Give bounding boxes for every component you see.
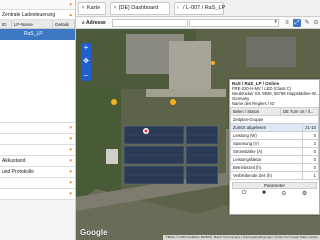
table-row: Leistungsfaktor 0 xyxy=(230,155,319,164)
caret-down-icon[interactable]: ▾ xyxy=(69,2,72,8)
row-label: Leistung (W) xyxy=(230,131,303,140)
charging-point-info-panel: RaS / RaS_LP / Online FRE-220-H-MV / LED… xyxy=(229,79,320,215)
table-row: Verbleibende Zeit (h) 1 xyxy=(230,171,319,180)
tab-dashboard[interactable]: ✕ [DE] Dashboard xyxy=(110,2,170,15)
row-label: Leistungsfaktor xyxy=(230,155,303,164)
arrow-right-icon: › xyxy=(177,5,179,11)
sidebar-group-akkustand[interactable]: Akkustand ▾ xyxy=(0,156,75,167)
sidebar-group-label: Zentrale Ladesteuerung xyxy=(2,12,56,18)
tab-label: Karte xyxy=(87,5,101,11)
toolbar: ⌕ Adresse ▾ ≡ ⤢ ✎ ⊙ xyxy=(76,17,320,29)
zoom-out-icon[interactable]: − xyxy=(81,71,91,81)
schedule-group: Zeitplan-Gruppe xyxy=(230,115,319,124)
row-value: 1 xyxy=(302,171,319,180)
row-label: Betriebszeit (h) xyxy=(230,163,303,172)
row-value: 0 xyxy=(302,155,319,164)
caret-down-icon[interactable]: ▾ xyxy=(69,167,72,177)
table-row: Zeitplan-Gruppe xyxy=(230,115,319,124)
table-row: Leistung (W) 0 xyxy=(230,131,319,140)
row-value: 0 xyxy=(302,131,319,140)
tab-label: / L-007 / RaS_LP xyxy=(183,5,226,11)
caret-down-icon[interactable]: ▾ xyxy=(69,145,72,155)
table-row: Belen / Status DE Turn on / if... xyxy=(230,107,319,116)
caret-up-icon[interactable]: ▴ xyxy=(69,10,72,19)
caret-down-icon[interactable]: ▾ xyxy=(69,134,72,144)
row-label: Spannung (V) xyxy=(230,139,303,148)
table-row: Zuletzt abgelesen 21-10 xyxy=(230,123,319,132)
last-read-label: Zuletzt abgelesen xyxy=(230,123,303,132)
row-value: 2 xyxy=(302,139,319,148)
row-value: 0 xyxy=(302,163,319,172)
sidebar-group[interactable]: ▾ xyxy=(0,145,75,156)
address-label: Adresse xyxy=(86,20,106,26)
panel-controller: Name des Reglers / ID xyxy=(232,101,275,106)
address-input[interactable] xyxy=(112,19,188,27)
table-row: Stromstärke (A) 0 xyxy=(230,147,319,156)
sidebar-group[interactable]: ▾ xyxy=(0,134,75,145)
pin-icon[interactable]: ⊙ xyxy=(312,19,320,27)
close-icon[interactable]: ✕ xyxy=(81,3,85,14)
panel-action-buttons: ⏻ ■ ⊝ ⚙ xyxy=(230,190,319,197)
sidebar-group[interactable]: ▾ xyxy=(0,189,75,200)
tab-ras-lp[interactable]: › / L-007 / RaS_LP xyxy=(174,2,226,15)
route-icon[interactable]: ⤢ xyxy=(293,19,301,27)
sidebar-table-body xyxy=(0,40,75,123)
panel-table: Belen / Status DE Turn on / if... Zeitpl… xyxy=(230,107,319,180)
column-header-id[interactable]: ID xyxy=(0,20,12,28)
column-header-name[interactable]: LP-Name xyxy=(12,20,54,28)
sidebar-group-load-control[interactable]: Zentrale Ladesteuerung ▴ xyxy=(0,10,75,20)
table-row-selected[interactable]: RaS_LP xyxy=(0,29,75,40)
close-icon[interactable]: ✕ xyxy=(113,3,117,14)
sidebar-table-header: ID LP-Name Details xyxy=(0,20,75,29)
caret-down-icon[interactable]: ▾ xyxy=(69,189,72,199)
zoom-in-icon[interactable]: + xyxy=(81,43,91,53)
tab-label: [DE] Dashboard xyxy=(119,5,159,11)
tab-karte[interactable]: ✕ Karte xyxy=(78,2,106,15)
ruler-icon[interactable]: ✎ xyxy=(303,19,311,27)
layers-icon[interactable]: ≡ xyxy=(283,19,291,27)
caret-down-icon[interactable]: ▾ xyxy=(69,123,72,133)
caret-down-icon[interactable]: ▾ xyxy=(69,178,72,188)
sidebar-group[interactable]: ▾ xyxy=(0,178,75,189)
column-header-details[interactable]: Details xyxy=(53,20,75,28)
table-row: Betriebszeit (h) 0 xyxy=(230,163,319,172)
caret-down-icon[interactable]: ▾ xyxy=(69,156,72,166)
status-value: DE Turn on / if... xyxy=(280,107,319,116)
pan-icon[interactable]: ✥ xyxy=(81,54,91,70)
record-icon[interactable]: ⊝ xyxy=(281,190,286,197)
stop-icon[interactable]: ■ xyxy=(262,190,266,197)
google-logo: Google xyxy=(80,228,108,237)
row-label: Stromstärke (A) xyxy=(230,147,303,156)
sidebar-bottom-groups: ▾ ▾ ▾ Akkustand ▾ und Protokolle ▾ ▾ ▾ xyxy=(0,123,75,200)
row-value: 0 xyxy=(302,147,319,156)
chevron-down-icon: ▾ xyxy=(274,19,277,25)
map-attribution[interactable]: ©Bilder © 2023 GeoBasis-DE/BKG, Maxar Te… xyxy=(163,235,320,240)
zoom-control: + ✥ − xyxy=(81,43,91,81)
row-name: RaS_LP xyxy=(24,31,43,37)
power-icon[interactable]: ⏻ xyxy=(242,190,247,197)
search-icon: ⌕ xyxy=(82,20,85,26)
settings-icon[interactable]: ⚙ xyxy=(302,190,307,197)
address-button[interactable]: ⌕ Adresse xyxy=(82,19,106,27)
sidebar-group[interactable]: ▾ xyxy=(0,123,75,134)
last-read-value: 21-10 xyxy=(302,123,319,132)
status-header: Belen / Status xyxy=(230,107,282,116)
layer-select[interactable]: ▾ xyxy=(189,19,279,27)
sidebar: ▾ Zentrale Ladesteuerung ▴ ID LP-Name De… xyxy=(0,0,76,240)
parameter-button[interactable]: Parameter xyxy=(232,182,317,189)
sidebar-group-protokolle[interactable]: und Protokolle ▾ xyxy=(0,167,75,178)
row-label: Verbleibende Zeit (h) xyxy=(230,171,303,180)
tab-bar: ✕ Karte ✕ [DE] Dashboard › / L-007 / RaS… xyxy=(76,0,320,17)
sidebar-top-row: ▾ xyxy=(0,0,75,10)
table-row: Spannung (V) 2 xyxy=(230,139,319,148)
